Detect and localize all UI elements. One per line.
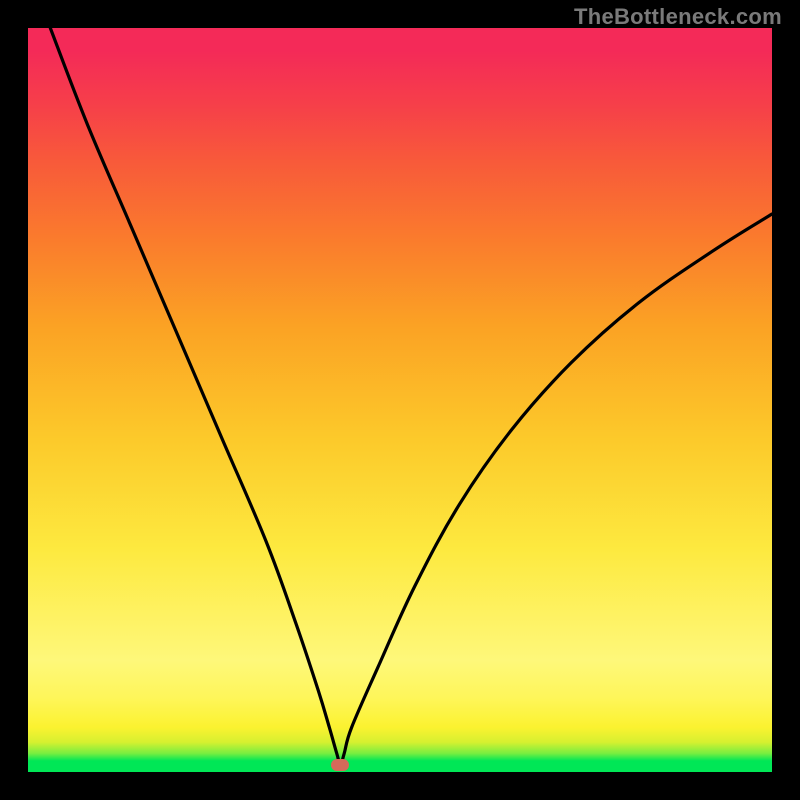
bottleneck-curve-path [50, 28, 772, 765]
chart-frame: TheBottleneck.com [0, 0, 800, 800]
optimal-point-marker [331, 759, 349, 771]
watermark-text: TheBottleneck.com [574, 4, 782, 30]
curve-svg [28, 28, 772, 772]
plot-area [28, 28, 772, 772]
